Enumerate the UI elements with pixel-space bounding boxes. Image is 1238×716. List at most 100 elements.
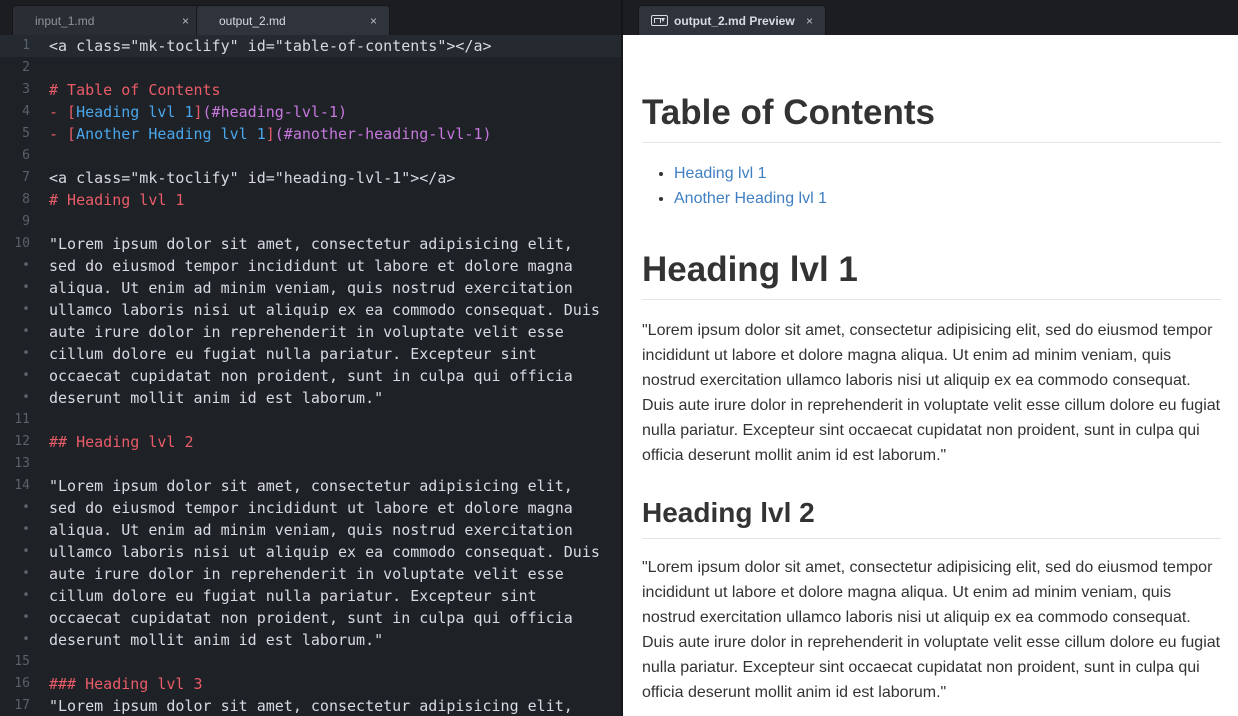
line-code: occaecat cupidatat non proident, sunt in… — [49, 365, 573, 387]
editor-line[interactable]: • cillum dolore eu fugiat nulla pariatur.… — [0, 585, 621, 607]
editor-line[interactable]: • aute irure dolor in reprehenderit in vo… — [0, 563, 621, 585]
code-text: deserunt mollit anim id est laborum." — [49, 389, 384, 407]
code-text: aute irure dolor in reprehenderit in vol… — [49, 323, 564, 341]
editor-line[interactable]: 12 ## Heading lvl 2 — [0, 431, 621, 453]
editor-line[interactable]: • aute irure dolor in reprehenderit in vo… — [0, 321, 621, 343]
toc-link-heading-lvl-1[interactable]: Heading lvl 1 — [674, 165, 767, 182]
line-number: 6 — [22, 148, 30, 163]
code-text: aliqua. Ut enim ad minim veniam, quis no… — [49, 279, 573, 297]
line-code: - [Heading lvl 1](#heading-lvl-1) — [49, 101, 347, 123]
editor-line[interactable]: 14 "Lorem ipsum dolor sit amet, consectet… — [0, 475, 621, 497]
code-text: occaecat cupidatat non proident, sunt in… — [49, 367, 573, 385]
close-icon[interactable]: × — [182, 14, 189, 28]
heading-token: ] — [193, 103, 203, 121]
line-number: 10 — [14, 236, 30, 251]
markdown-preview: Table of Contents Heading lvl 1 Another … — [623, 35, 1238, 716]
code-text: sed do eiusmod tempor incididunt ut labo… — [49, 499, 573, 517]
line-number: • — [22, 610, 30, 625]
code-editor[interactable]: 1 <a class="mk-toclify" id="table-of-cont… — [0, 35, 621, 716]
tab-label: input_1.md — [35, 13, 95, 28]
code-text: ullamco laboris nisi ut aliquip ex ea co… — [49, 301, 600, 319]
close-icon[interactable]: × — [806, 14, 813, 28]
editor-line[interactable]: 7 <a class="mk-toclify" id="heading-lvl-1… — [0, 167, 621, 189]
line-number: 13 — [14, 456, 30, 471]
line-code: "Lorem ipsum dolor sit amet, consectetur… — [49, 695, 573, 716]
editor-line[interactable]: • deserunt mollit anim id est laborum." — [0, 629, 621, 651]
editor-line[interactable]: • ullamco laboris nisi ut aliquip ex ea c… — [0, 541, 621, 563]
line-code: cillum dolore eu fugiat nulla pariatur. … — [49, 585, 537, 607]
editor-line[interactable]: • aliqua. Ut enim ad minim veniam, quis n… — [0, 519, 621, 541]
editor-line[interactable]: 11 — [0, 409, 621, 431]
code-text: cillum dolore eu fugiat nulla pariatur. … — [49, 587, 537, 605]
line-number: 9 — [22, 214, 30, 229]
editor-line[interactable]: • cillum dolore eu fugiat nulla pariatur.… — [0, 343, 621, 365]
line-code: deserunt mollit anim id est laborum." — [49, 629, 383, 651]
code-text: aute irure dolor in reprehenderit in vol… — [49, 565, 564, 583]
editor-line[interactable]: • sed do eiusmod tempor incididunt ut lab… — [0, 255, 621, 277]
line-number: • — [22, 280, 30, 295]
tab-label: output_2.md Preview — [674, 13, 795, 28]
line-number: 2 — [22, 60, 30, 75]
tab-label: output_2.md — [219, 13, 286, 28]
heading-token: ### Heading lvl 3 — [49, 675, 203, 693]
line-number: • — [22, 390, 30, 405]
line-code: ## Heading lvl 2 — [49, 431, 194, 453]
editor-line[interactable]: 6 — [0, 145, 621, 167]
editor-line[interactable]: 8 # Heading lvl 1 — [0, 189, 621, 211]
line-code: aute irure dolor in reprehenderit in vol… — [49, 321, 564, 343]
heading-token: - [ — [49, 103, 77, 121]
code-text: deserunt mollit anim id est laborum." — [49, 631, 384, 649]
preview-paragraph-1: "Lorem ipsum dolor sit amet, consectetur… — [642, 322, 1221, 464]
line-code: aute irure dolor in reprehenderit in vol… — [49, 563, 564, 585]
line-code: <a class="mk-toclify" id="table-of-conte… — [49, 35, 492, 57]
line-code: deserunt mollit anim id est laborum." — [49, 387, 383, 409]
line-code: - [Another Heading lvl 1](#another-headi… — [49, 123, 492, 145]
line-number: 1 — [22, 38, 30, 53]
heading-token: ## Heading lvl 2 — [49, 433, 194, 451]
editor-line[interactable]: 13 — [0, 453, 621, 475]
line-number: 3 — [22, 82, 30, 97]
link-url-token: (#heading-lvl-1) — [202, 103, 348, 121]
editor-line[interactable]: • occaecat cupidatat non proident, sunt i… — [0, 365, 621, 387]
code-text: <a class="mk-toclify" id="heading-lvl-1"… — [49, 169, 456, 187]
tab-input-1[interactable]: input_1.md × — [12, 5, 202, 35]
line-code: aliqua. Ut enim ad minim veniam, quis no… — [49, 277, 573, 299]
editor-line[interactable]: • ullamco laboris nisi ut aliquip ex ea c… — [0, 299, 621, 321]
editor-line[interactable]: • occaecat cupidatat non proident, sunt i… — [0, 607, 621, 629]
link-text-token: Heading lvl 1 — [76, 103, 194, 121]
editor-line[interactable]: • sed do eiusmod tempor incididunt ut lab… — [0, 497, 621, 519]
toc-item: Another Heading lvl 1 — [674, 186, 1238, 211]
editor-line[interactable]: • deserunt mollit anim id est laborum." — [0, 387, 621, 409]
line-number: 12 — [14, 434, 30, 449]
toc-link-another-heading-lvl-1[interactable]: Another Heading lvl 1 — [674, 190, 827, 207]
editor-line[interactable]: 1 <a class="mk-toclify" id="table-of-cont… — [0, 35, 621, 57]
line-number: 17 — [14, 698, 30, 713]
line-code: # Heading lvl 1 — [49, 189, 184, 211]
code-text: occaecat cupidatat non proident, sunt in… — [49, 609, 573, 627]
heading-token: # Heading lvl 1 — [49, 191, 185, 209]
editor-line[interactable]: 15 — [0, 651, 621, 673]
line-code: ullamco laboris nisi ut aliquip ex ea co… — [49, 541, 600, 563]
line-number: • — [22, 500, 30, 515]
code-text: ullamco laboris nisi ut aliquip ex ea co… — [49, 543, 600, 561]
editor-line[interactable]: • aliqua. Ut enim ad minim veniam, quis n… — [0, 277, 621, 299]
line-number: 16 — [14, 676, 30, 691]
tab-output-2[interactable]: output_2.md × — [196, 5, 390, 35]
editor-line[interactable]: 4 - [Heading lvl 1](#heading-lvl-1) — [0, 101, 621, 123]
close-icon[interactable]: × — [370, 14, 377, 28]
editor-line[interactable]: 16 ### Heading lvl 3 — [0, 673, 621, 695]
editor-line[interactable]: 5 - [Another Heading lvl 1](#another-head… — [0, 123, 621, 145]
editor-line[interactable]: 9 — [0, 211, 621, 233]
tab-output-2-preview[interactable]: output_2.md Preview × — [638, 5, 826, 35]
editor-line[interactable]: 2 — [0, 57, 621, 79]
code-text: cillum dolore eu fugiat nulla pariatur. … — [49, 345, 537, 363]
preview-heading-lvl-1: Heading lvl 1 — [642, 250, 1221, 300]
editor-line[interactable]: 17 "Lorem ipsum dolor sit amet, consectet… — [0, 695, 621, 716]
editor-line[interactable]: 3 # Table of Contents — [0, 79, 621, 101]
link-text-token: Another Heading lvl 1 — [76, 125, 266, 143]
editor-line[interactable]: 10 "Lorem ipsum dolor sit amet, consectet… — [0, 233, 621, 255]
tab-bar: input_1.md × output_2.md × output_2.md P… — [0, 0, 1238, 36]
line-number: • — [22, 302, 30, 317]
line-number: • — [22, 632, 30, 647]
preview-toc-title: Table of Contents — [642, 93, 1221, 143]
